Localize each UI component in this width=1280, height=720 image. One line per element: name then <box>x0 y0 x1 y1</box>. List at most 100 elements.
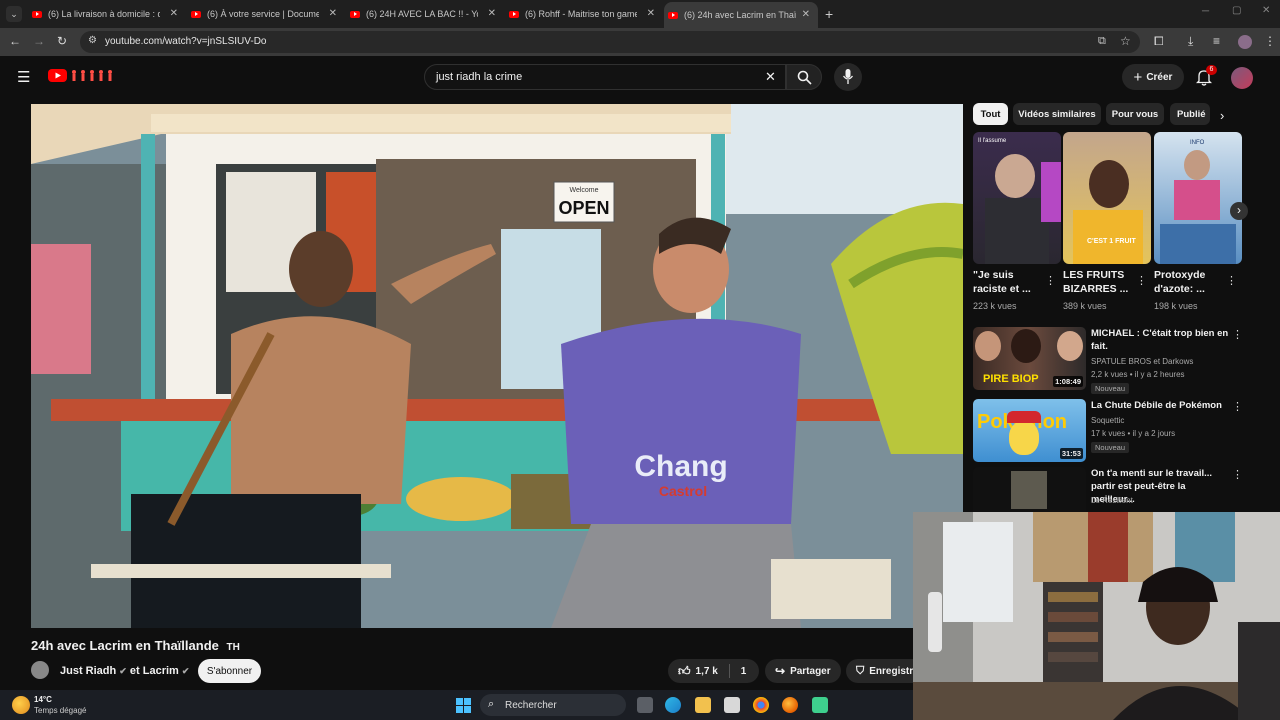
like-count[interactable]: 1,7 k <box>696 666 718 677</box>
address-bar[interactable]: ⚙ youtube.com/watch?v=jnSLSIUV-Do ⧉ ☆ <box>80 31 1140 53</box>
back-icon[interactable]: ← <box>9 34 21 48</box>
close-tab-icon[interactable]: ✕ <box>488 8 496 19</box>
taskbar-search-icon: ⌕ <box>488 698 495 710</box>
search-button[interactable] <box>786 64 822 90</box>
microphone-icon <box>843 69 853 84</box>
task-view-icon[interactable] <box>637 697 653 713</box>
share-button[interactable]: ↪ Partager <box>765 659 841 683</box>
chip-similar[interactable]: Vidéos similaires <box>1013 103 1101 125</box>
youtube-logo[interactable] <box>48 68 116 84</box>
media-control-icon[interactable]: ≡ <box>1213 34 1220 48</box>
short-title[interactable]: Protoxyde d'azote: ... <box>1154 268 1228 296</box>
video-title-link[interactable]: La Chute Débile de Pokémon <box>1091 399 1229 412</box>
more-options-icon[interactable]: ⋮ <box>1226 274 1237 287</box>
video-thumbnail[interactable]: Pokémon 31:53 <box>973 399 1086 462</box>
browser-tab[interactable]: (6) À votre service | Documenta ✕ <box>191 4 337 24</box>
edge-browser-icon[interactable] <box>665 697 681 713</box>
notifications-button[interactable]: 6 <box>1195 65 1217 88</box>
cap-shape <box>1007 411 1041 423</box>
search-box[interactable]: just riadh la crime ✕ <box>424 64 786 90</box>
taskbar-search[interactable]: ⌕ Rechercher <box>480 694 626 716</box>
app-icon[interactable] <box>812 697 828 713</box>
video-player[interactable]: Welcome OPEN Chang Castrol <box>31 104 963 628</box>
shorts-next-icon[interactable]: › <box>1230 202 1248 220</box>
chips-next-icon[interactable]: › <box>1220 108 1224 123</box>
browser-tab-active[interactable]: (6) 24h avec Lacrim en Thaïllan ✕ <box>664 2 818 28</box>
site-info-icon[interactable]: ⚙ <box>88 35 97 46</box>
url-text[interactable]: youtube.com/watch?v=jnSLSIUV-Do <box>105 36 266 47</box>
weather-sun-icon[interactable] <box>12 696 30 714</box>
extensions-icon[interactable]: ⧠ <box>1154 34 1164 49</box>
video-channel[interactable]: Soquettic <box>1091 416 1124 425</box>
search-icon <box>797 70 812 85</box>
video-channel[interactable]: Le Résilient <box>1091 496 1133 505</box>
video-thumbnail[interactable]: PIRE BIOP 1:08:49 <box>973 327 1086 390</box>
short-person <box>995 154 1035 198</box>
channel-avatar[interactable] <box>31 661 49 679</box>
chip-label: Pour vous <box>1111 108 1159 120</box>
reload-icon[interactable]: ↻ <box>57 34 67 48</box>
tab-search-icon[interactable]: ⌄ <box>6 6 22 22</box>
voice-search-button[interactable] <box>834 63 862 91</box>
close-tab-icon[interactable]: ✕ <box>647 8 655 19</box>
minimize-icon[interactable]: ─ <box>1202 6 1209 17</box>
close-window-icon[interactable]: ✕ <box>1262 5 1270 16</box>
close-tab-icon[interactable]: ✕ <box>170 8 178 19</box>
taskbar-search-label: Rechercher <box>505 700 557 711</box>
chip-all[interactable]: Tout <box>973 103 1008 125</box>
thumbnail-text: PIRE BIOP <box>983 373 1039 385</box>
firefox-icon[interactable] <box>782 697 798 713</box>
clear-search-icon[interactable]: ✕ <box>765 69 776 85</box>
create-button[interactable]: + Créer <box>1122 64 1184 90</box>
short-title[interactable]: "Je suis raciste et ... <box>973 268 1047 296</box>
close-tab-icon[interactable]: ✕ <box>329 8 337 19</box>
new-tab-icon[interactable]: + <box>825 6 833 22</box>
thumbs-up-icon[interactable]: 👍︎ <box>678 664 691 679</box>
browser-tab[interactable]: (6) 24H AVEC LA BAC !! - YouTu ✕ <box>350 4 496 24</box>
short-thumbnail[interactable]: C'EST 1 FRUIT <box>1063 132 1151 264</box>
video-title-link[interactable]: MICHAEL : C'était trop bien en fait. <box>1091 327 1229 353</box>
browser-tab[interactable]: (6) Rohff - Maitrise ton game (C ✕ <box>509 4 655 24</box>
chip-published[interactable]: Publié <box>1170 103 1210 125</box>
video-channel[interactable]: SPATULE BROS et Darkows <box>1091 357 1193 366</box>
browser-tab[interactable]: (6) La livraison à domicile : de l' ✕ <box>32 4 178 24</box>
more-options-icon[interactable]: ⋮ <box>1136 274 1147 287</box>
more-options-icon[interactable]: ⋮ <box>1232 328 1243 341</box>
chip-for-you[interactable]: Pour vous <box>1106 103 1164 125</box>
short-thumbnail[interactable]: INFO <box>1154 132 1242 264</box>
browser-menu-icon[interactable]: ⋮ <box>1264 34 1276 48</box>
more-options-icon[interactable]: ⋮ <box>1232 468 1243 481</box>
chip-label: Tout <box>980 108 1001 120</box>
short-title[interactable]: LES FRUITS BIZARRES ... <box>1063 268 1137 296</box>
more-options-icon[interactable]: ⋮ <box>1232 400 1243 413</box>
download-icon[interactable]: ⤓ <box>1188 34 1193 49</box>
tab-title: (6) À votre service | Documenta <box>207 9 319 19</box>
file-explorer-icon[interactable] <box>695 697 711 713</box>
video-meta: 2,2 k vues • il y a 2 heures <box>1091 370 1185 379</box>
save-button[interactable]: ⛉ Enregistrer <box>846 659 913 683</box>
store-icon[interactable] <box>724 697 740 713</box>
channel-name-main[interactable]: Just Riadh <box>60 665 116 677</box>
search-input[interactable]: just riadh la crime <box>436 71 522 83</box>
more-options-icon[interactable]: ⋮ <box>1045 274 1056 287</box>
maximize-icon[interactable]: ▢ <box>1232 5 1241 16</box>
hamburger-menu-icon[interactable]: ☰ <box>17 68 30 86</box>
channel-name-collab[interactable]: et Lacrim <box>130 665 179 677</box>
video-title-suffix: TH <box>226 642 240 653</box>
profile-avatar[interactable] <box>1238 35 1252 49</box>
dislike-count[interactable]: 1 <box>741 666 747 677</box>
windows-start-icon[interactable] <box>456 698 471 713</box>
weather-condition[interactable]: Temps dégagé <box>34 706 86 715</box>
channel-name[interactable]: Just Riadh ✔ et Lacrim ✔ <box>60 665 189 677</box>
account-avatar[interactable] <box>1231 67 1253 89</box>
close-tab-icon[interactable]: ✕ <box>802 9 810 20</box>
bookmark-star-icon[interactable]: ☆ <box>1120 34 1131 48</box>
subscribe-button[interactable]: S'abonner <box>198 659 261 683</box>
thumbnail-face <box>1011 329 1041 363</box>
chrome-icon[interactable] <box>753 697 769 713</box>
weather-temperature[interactable]: 14°C <box>34 695 52 704</box>
forward-icon[interactable]: → <box>33 34 45 48</box>
short-thumbnail[interactable]: Il l'assume <box>973 132 1061 264</box>
video-thumbnail[interactable] <box>973 467 1086 512</box>
cast-icon[interactable]: ⧉ <box>1098 35 1106 48</box>
